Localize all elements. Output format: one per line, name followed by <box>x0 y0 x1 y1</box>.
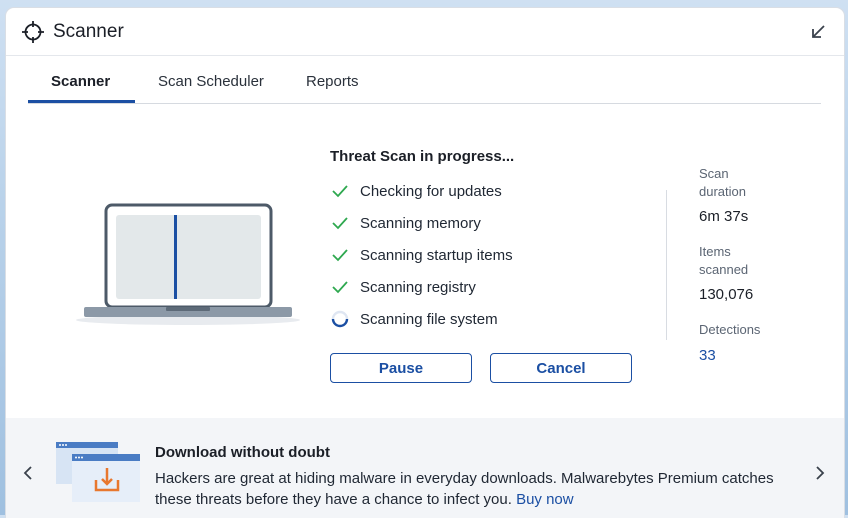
buy-now-link[interactable]: Buy now <box>516 491 574 508</box>
cancel-button[interactable]: Cancel <box>490 353 632 383</box>
promo-body-text: Hackers are great at hiding malware in e… <box>155 470 774 508</box>
chevron-right-icon[interactable] <box>812 465 828 481</box>
check-icon <box>332 217 348 230</box>
scan-step: Scanning startup items <box>330 244 630 268</box>
spinner-icon <box>331 310 349 328</box>
scan-step-label: Checking for updates <box>360 183 502 200</box>
tab-scanner[interactable]: Scanner <box>51 73 110 90</box>
scan-step: Scanning memory <box>330 212 630 236</box>
download-illustration <box>56 442 140 502</box>
chevron-left-icon[interactable] <box>20 465 36 481</box>
crosshair-icon <box>22 21 44 43</box>
check-icon <box>332 249 348 262</box>
scan-step: Scanning registry <box>330 276 630 300</box>
items-scanned-label: Items scanned <box>699 243 748 279</box>
active-tab-indicator <box>28 100 135 103</box>
tab-scan-scheduler[interactable]: Scan Scheduler <box>158 73 264 90</box>
check-icon <box>332 281 348 294</box>
stats-divider <box>666 190 667 340</box>
scan-step-label: Scanning file system <box>360 311 498 328</box>
scan-step-label: Scanning registry <box>360 279 476 296</box>
scan-duration-label-line2: duration <box>699 184 746 199</box>
promo-body: Hackers are great at hiding malware in e… <box>155 468 795 510</box>
promo-banner: Download without doubt Hackers are great… <box>6 418 844 518</box>
scan-duration-value: 6m 37s <box>699 208 749 225</box>
tab-bar: Scanner Scan Scheduler Reports <box>28 55 821 104</box>
scan-status-heading: Threat Scan in progress... <box>330 148 515 165</box>
window-title: Scanner <box>53 21 124 42</box>
check-icon <box>332 185 348 198</box>
items-scanned-value: 130,076 <box>699 286 754 303</box>
detections-label: Detections <box>699 322 761 337</box>
scanner-window: Scanner Scanner Scan Scheduler Reports T… <box>6 8 844 518</box>
title-bar: Scanner <box>6 8 844 56</box>
laptop-scan-illustration <box>76 203 300 325</box>
scan-duration-label-line1: Scan <box>699 166 729 181</box>
items-scanned-label-line2: scanned <box>699 262 749 277</box>
promo-title: Download without doubt <box>155 444 330 461</box>
pause-button[interactable]: Pause <box>330 353 472 383</box>
scan-step-label: Scanning startup items <box>360 247 513 264</box>
scan-step-active: Scanning file system <box>330 308 630 332</box>
detections-value[interactable]: 33 <box>699 347 716 364</box>
items-scanned-label-line1: Items <box>699 244 731 259</box>
scan-duration-label: Scan duration <box>699 165 746 201</box>
scan-step-label: Scanning memory <box>360 215 481 232</box>
scan-step: Checking for updates <box>330 180 630 204</box>
tab-reports[interactable]: Reports <box>306 73 359 90</box>
arrow-down-left-icon[interactable] <box>808 22 828 42</box>
